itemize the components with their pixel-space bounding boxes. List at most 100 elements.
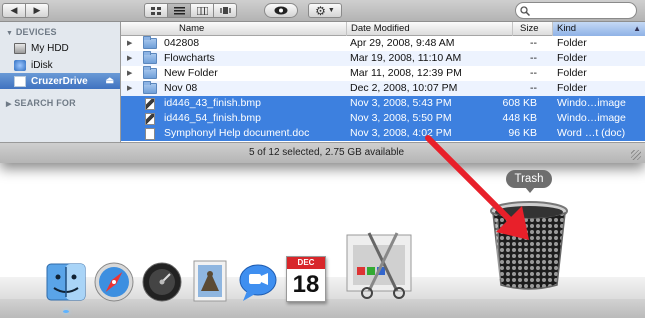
quicklook-button[interactable] (264, 3, 298, 18)
file-size: 608 KB (502, 97, 537, 109)
back-arrow-icon: ◀ (10, 5, 18, 15)
resize-grip-icon[interactable] (631, 150, 641, 160)
file-date: Dec 2, 2008, 10:07 PM (350, 82, 458, 94)
ical-day: 18 (292, 271, 320, 298)
sidebar-item-cruzerdrive[interactable]: CruzerDrive ⏏ (0, 73, 120, 89)
table-row[interactable]: Symphonyl Help document.doc Nov 3, 2008,… (121, 126, 645, 141)
sidebar-item-my-hdd[interactable]: My HDD (0, 40, 120, 56)
sidebar-heading-devices: ▼ DEVICES (6, 27, 57, 37)
file-size: -- (530, 52, 537, 64)
ichat-icon[interactable] (236, 260, 280, 304)
forward-button[interactable]: ▶ (25, 3, 49, 18)
usb-drive-icon (14, 75, 26, 87)
file-size: -- (530, 37, 537, 49)
running-indicator (63, 310, 69, 313)
nav-buttons: ◀ ▶ (2, 3, 49, 18)
file-size: -- (530, 82, 537, 94)
table-row[interactable]: ▶ Nov 08 Dec 2, 2008, 10:07 PM -- Folder (121, 81, 645, 96)
folder-icon (143, 36, 157, 49)
search-icon (520, 5, 530, 16)
table-row[interactable]: ▶ Flowcharts Mar 19, 2008, 11:10 AM -- F… (121, 51, 645, 66)
column-header-name[interactable]: Name (121, 22, 346, 36)
view-mode-buttons (144, 3, 237, 18)
safari-icon[interactable] (92, 260, 136, 304)
idisk-icon (14, 59, 26, 71)
eject-icon[interactable]: ⏏ (105, 75, 114, 86)
column-header-kind[interactable]: Kind ▲ (552, 22, 645, 36)
file-kind: Folder (557, 67, 587, 79)
status-bar: 5 of 12 selected, 2.75 GB available (0, 142, 645, 163)
column-view-icon (196, 6, 208, 15)
cover-flow-icon (219, 6, 231, 14)
file-name: Symphonyl Help document.doc (164, 127, 310, 139)
file-name: Nov 08 (164, 82, 198, 94)
search-field[interactable] (515, 2, 637, 19)
disclosure-triangle-icon[interactable]: ▼ (6, 30, 13, 37)
disclosure-triangle-icon[interactable]: ▶ (127, 54, 132, 62)
sort-ascending-icon: ▲ (633, 24, 641, 33)
hard-drive-icon (14, 42, 26, 54)
file-date: Nov 3, 2008, 5:50 PM (350, 112, 452, 124)
status-text: 5 of 12 selected, 2.75 GB available (248, 147, 405, 158)
file-kind: Folder (557, 37, 587, 49)
bmp-file-icon (143, 98, 157, 110)
forward-arrow-icon: ▶ (33, 5, 41, 15)
ical-icon[interactable]: DEC 18 (284, 254, 328, 304)
file-name: 042808 (164, 37, 200, 49)
action-menu-button[interactable]: ⚙ ▼ (308, 3, 342, 18)
chevron-down-icon: ▼ (327, 7, 335, 14)
file-size: 96 KB (508, 127, 537, 139)
file-list: Name Date Modified Size Kind ▲ ▶ 042808 … (121, 22, 645, 142)
sidebar-item-label: CruzerDrive (31, 75, 88, 87)
disclosure-triangle-icon[interactable]: ▶ (127, 69, 132, 77)
file-name: id446_43_finish.bmp (164, 97, 261, 109)
file-size: -- (530, 67, 537, 79)
column-header-date[interactable]: Date Modified (346, 22, 512, 36)
eye-icon (274, 6, 288, 15)
table-row[interactable]: id446_54_finish.bmp Nov 3, 2008, 5:50 PM… (121, 111, 645, 126)
sidebar-item-idisk[interactable]: iDisk (0, 57, 120, 73)
folder-icon (143, 81, 157, 94)
file-date: Nov 3, 2008, 4:02 PM (350, 127, 452, 139)
column-view-button[interactable] (190, 3, 214, 18)
file-kind: Folder (557, 52, 587, 64)
list-view-icon (173, 6, 185, 14)
icon-view-icon (151, 6, 161, 15)
table-row[interactable]: id446_43_finish.bmp Nov 3, 2008, 5:43 PM… (121, 96, 645, 111)
disclosure-triangle-icon[interactable]: ▶ (6, 101, 12, 108)
file-name: New Folder (164, 67, 218, 79)
file-kind: Folder (557, 82, 587, 94)
mail-icon[interactable] (188, 258, 232, 304)
cover-flow-button[interactable] (213, 3, 237, 18)
sidebar-item-label: My HDD (31, 42, 69, 54)
back-button[interactable]: ◀ (2, 3, 26, 18)
sidebar: ▼ DEVICES My HDD iDisk CruzerDrive ⏏ ▶ S… (0, 22, 121, 142)
file-name: id446_54_finish.bmp (164, 112, 261, 124)
file-size: 448 KB (502, 112, 537, 124)
trash-tooltip: Trash (506, 170, 552, 193)
table-row[interactable]: ▶ 042808 Apr 29, 2008, 9:48 AM -- Folder (121, 36, 645, 51)
file-date: Nov 3, 2008, 5:43 PM (350, 97, 452, 109)
trash-icon[interactable] (486, 198, 572, 294)
disclosure-triangle-icon[interactable]: ▶ (127, 39, 132, 47)
ical-month: DEC (287, 257, 325, 269)
column-header-size[interactable]: Size (512, 22, 552, 36)
column-header: Name Date Modified Size Kind ▲ (121, 22, 645, 36)
file-kind: Windo…image (557, 112, 626, 124)
file-kind: Windo…image (557, 97, 626, 109)
disclosure-triangle-icon[interactable]: ▶ (127, 84, 132, 92)
file-kind: Word …t (doc) (557, 127, 626, 139)
dashboard-icon[interactable] (140, 260, 184, 304)
gear-icon: ⚙ (315, 3, 326, 18)
preview-icon[interactable] (344, 228, 418, 302)
toolbar: ◀ ▶ ⚙ ▼ (0, 0, 645, 22)
doc-file-icon (143, 128, 157, 140)
search-input[interactable] (533, 5, 633, 16)
table-row[interactable]: ▶ New Folder Mar 11, 2008, 12:39 PM -- F… (121, 66, 645, 81)
file-date: Apr 29, 2008, 9:48 AM (350, 37, 455, 49)
file-date: Mar 11, 2008, 12:39 PM (350, 67, 462, 79)
finder-window: ◀ ▶ ⚙ ▼ ▼ DEVICES My HDD iDisk CruzerDri… (0, 0, 645, 163)
finder-icon[interactable] (44, 262, 88, 302)
list-view-button[interactable] (167, 3, 191, 18)
icon-view-button[interactable] (144, 3, 168, 18)
